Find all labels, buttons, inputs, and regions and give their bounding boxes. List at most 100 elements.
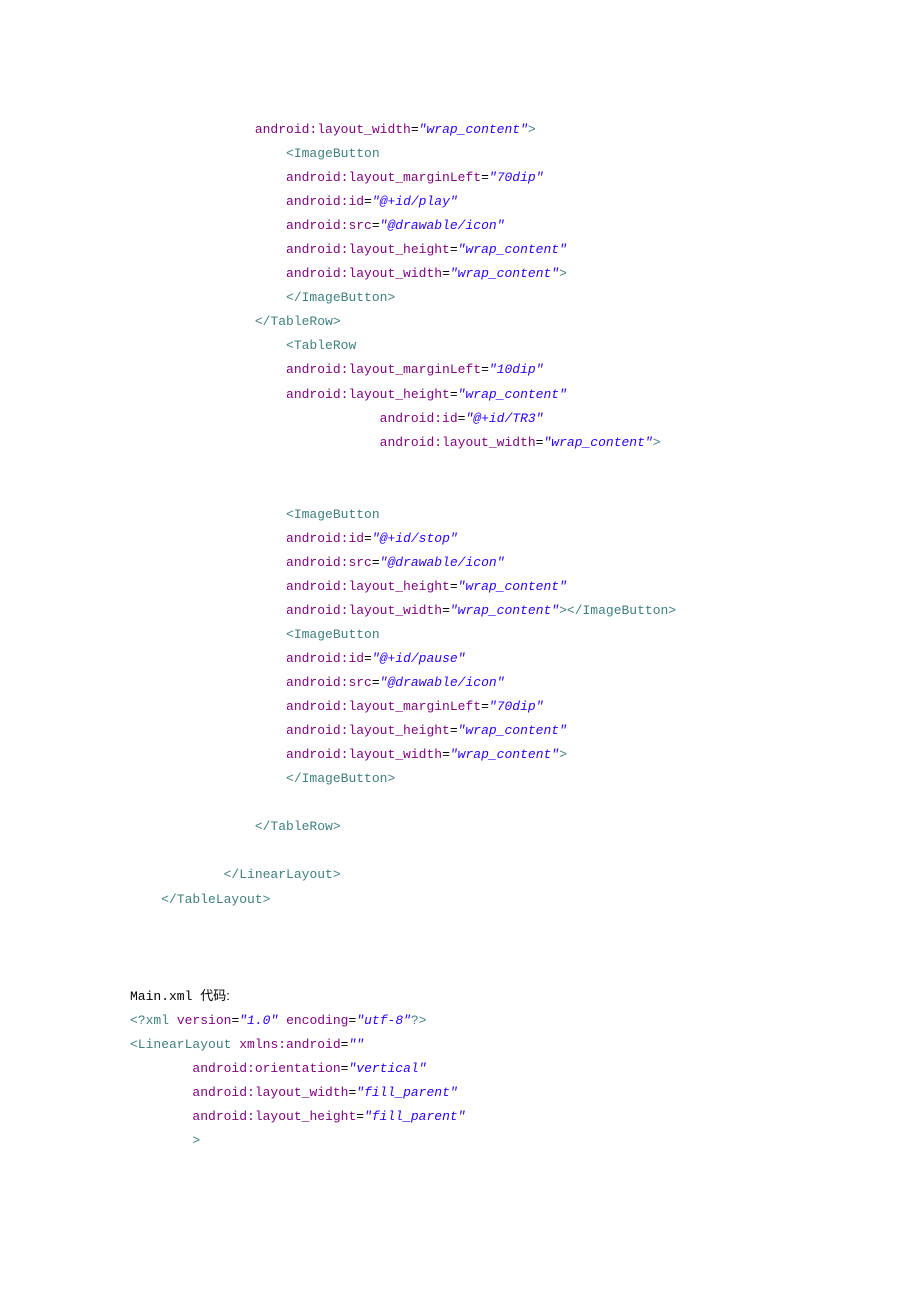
code-token: ></ImageButton>	[559, 603, 676, 618]
code-token: "wrap_content"	[458, 242, 567, 257]
code-token: ?>	[411, 1013, 427, 1028]
code-line: android:layout_marginLeft="10dip"	[130, 358, 920, 382]
code-token: =	[372, 555, 380, 570]
code-token: android:layout_marginLeft	[286, 699, 481, 714]
code-token: =	[481, 170, 489, 185]
code-line: android:id="@+id/stop"	[130, 527, 920, 551]
code-token: android:layout_width	[380, 435, 536, 450]
code-line: android:layout_height="wrap_content"	[130, 719, 920, 743]
code-line: </LinearLayout>	[130, 863, 920, 887]
code-token: </ImageButton>	[286, 771, 395, 786]
code-token: "@+id/pause"	[372, 651, 466, 666]
code-token: =	[450, 387, 458, 402]
code-token: =	[356, 1109, 364, 1124]
code-line: android:layout_width="wrap_content"></Im…	[130, 599, 920, 623]
code-token: =	[450, 579, 458, 594]
code-token: =	[364, 651, 372, 666]
code-token: =	[442, 747, 450, 762]
code-line: android:layout_height="wrap_content"	[130, 383, 920, 407]
code-token: xml	[146, 1013, 169, 1028]
code-line: >	[130, 1129, 920, 1153]
code-token	[169, 1013, 177, 1028]
code-token: "wrap_content"	[450, 603, 559, 618]
code-line: android:src="@drawable/icon"	[130, 671, 920, 695]
code-token: android:layout_height	[192, 1109, 356, 1124]
code-line: </ImageButton>	[130, 767, 920, 791]
code-token: android:layout_height	[286, 579, 450, 594]
code-line: <?xml version="1.0" encoding="utf-8"?>	[130, 1009, 920, 1033]
code-line	[130, 455, 920, 479]
code-token: android:layout_width	[286, 266, 442, 281]
code-line: android:layout_width="fill_parent"	[130, 1081, 920, 1105]
code-token: "@drawable/icon"	[380, 555, 505, 570]
code-line	[130, 839, 920, 863]
code-line: android:layout_width="wrap_content">	[130, 431, 920, 455]
code-token: </TableRow>	[255, 819, 341, 834]
code-line: Main.xml 代码:	[130, 984, 920, 1009]
code-token: "@+id/play"	[372, 194, 458, 209]
code-token: android:id	[286, 651, 364, 666]
code-token: "@drawable/icon"	[380, 675, 505, 690]
code-token: <ImageButton	[286, 146, 380, 161]
code-line: android:orientation="vertical"	[130, 1057, 920, 1081]
code-token: =	[442, 603, 450, 618]
code-token: "wrap_content"	[450, 747, 559, 762]
code-token: "wrap_content"	[419, 122, 528, 137]
code-token: =	[372, 218, 380, 233]
code-line: </ImageButton>	[130, 286, 920, 310]
code-token: <?	[130, 1013, 146, 1028]
code-token: android:layout_height	[286, 723, 450, 738]
code-token: android:layout_width	[286, 603, 442, 618]
code-line	[130, 479, 920, 503]
code-line: android:layout_height="wrap_content"	[130, 575, 920, 599]
code-token: "vertical"	[348, 1061, 426, 1076]
code-token: "wrap_content"	[543, 435, 652, 450]
code-token: "10dip"	[489, 362, 544, 377]
code-line: android:layout_width="wrap_content">	[130, 262, 920, 286]
code-token: >	[559, 747, 567, 762]
code-token: </LinearLayout>	[224, 867, 341, 882]
code-line: android:id="@+id/pause"	[130, 647, 920, 671]
code-token: "@+id/stop"	[372, 531, 458, 546]
code-token: version	[177, 1013, 232, 1028]
code-token: "wrap_content"	[458, 387, 567, 402]
code-token: =	[364, 194, 372, 209]
code-line	[130, 791, 920, 815]
code-token: </TableLayout>	[161, 892, 270, 907]
code-token: android:id	[380, 411, 458, 426]
code-token: </TableRow>	[255, 314, 341, 329]
code-token: "1.0"	[239, 1013, 278, 1028]
code-token: "fill_parent"	[356, 1085, 457, 1100]
code-line: android:layout_width="wrap_content">	[130, 743, 920, 767]
code-token: android:id	[286, 531, 364, 546]
code-token: =	[481, 699, 489, 714]
code-token: android:src	[286, 218, 372, 233]
code-token: android:layout_width	[286, 747, 442, 762]
code-token: =	[372, 675, 380, 690]
code-line: android:layout_marginLeft="70dip"	[130, 695, 920, 719]
code-token: "utf-8"	[356, 1013, 411, 1028]
code-token: >	[653, 435, 661, 450]
code-token: =	[442, 266, 450, 281]
code-token: >	[559, 266, 567, 281]
code-token: "@drawable/icon"	[380, 218, 505, 233]
code-token: >	[192, 1133, 200, 1148]
code-token: android:layout_marginLeft	[286, 362, 481, 377]
code-line	[130, 912, 920, 936]
code-line: </TableLayout>	[130, 888, 920, 912]
code-token: 代码:	[200, 988, 230, 1003]
code-token: >	[528, 122, 536, 137]
code-line: </TableRow>	[130, 310, 920, 334]
code-token: android:layout_marginLeft	[286, 170, 481, 185]
code-token: xmlns:android	[239, 1037, 340, 1052]
code-line: <TableRow	[130, 334, 920, 358]
code-line: android:id="@+id/TR3"	[130, 407, 920, 431]
code-token: android:id	[286, 194, 364, 209]
code-line: <LinearLayout xmlns:android=""	[130, 1033, 920, 1057]
code-token: ""	[348, 1037, 364, 1052]
code-line	[130, 936, 920, 960]
code-token: =	[411, 122, 419, 137]
code-line: android:src="@drawable/icon"	[130, 551, 920, 575]
code-line: android:id="@+id/play"	[130, 190, 920, 214]
code-token: "wrap_content"	[458, 579, 567, 594]
